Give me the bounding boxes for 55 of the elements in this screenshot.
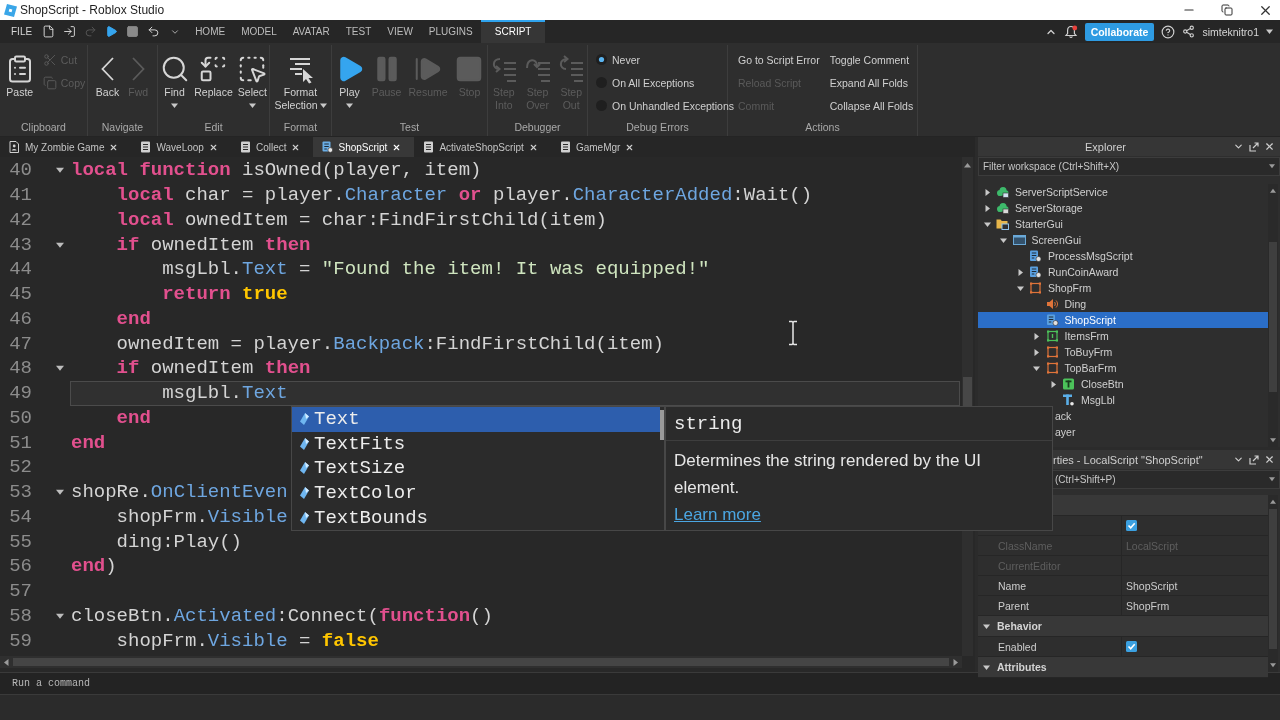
property-name: Name	[998, 579, 1026, 592]
code-line: end)	[71, 555, 117, 578]
code-line: shopFrm.Visible = false	[116, 629, 379, 652]
code-line: shopFrm.Visible	[116, 505, 288, 528]
line-number: 53	[9, 481, 32, 504]
group-label: Debugger	[514, 121, 561, 133]
group-label: Debug Errors	[626, 121, 689, 133]
line-number: 59	[9, 629, 32, 652]
line-number: 44	[9, 258, 32, 281]
code-line: ownedItem = player.Backpack:FindFirstChild(item)	[116, 332, 664, 355]
line-number: 46	[9, 307, 32, 330]
code-line: closeBtn.Activated:Connect(function()	[71, 604, 493, 627]
code-line: local char = player.Character or player.CharacterAdded:Wait()	[116, 184, 813, 207]
code-line: return true	[162, 283, 288, 306]
code-line: if ownedItem then	[116, 233, 311, 256]
category-label: Attributes	[997, 661, 1047, 673]
panel-title: Explorer	[1085, 140, 1126, 153]
property-name: Enabled	[998, 640, 1037, 653]
line-number: 57	[9, 580, 32, 603]
group-label: Navigate	[101, 121, 144, 133]
code-line: local ownedItem = char:FindFirstChild(item)	[116, 208, 607, 231]
line-number: 50	[9, 406, 32, 429]
line-number: 56	[9, 555, 32, 578]
code-line: end	[71, 431, 106, 454]
code-line: end	[116, 307, 151, 330]
group-label: Clipboard	[21, 121, 66, 133]
code-line: shopRe.OnClientEven	[71, 481, 288, 504]
line-number: 43	[9, 233, 32, 256]
code-line: ding:Play()	[116, 530, 242, 553]
group-label: Test	[399, 121, 420, 133]
type-label: string	[674, 412, 743, 435]
code-line: if ownedItem then	[116, 357, 311, 380]
line-number: 52	[9, 456, 32, 479]
panel-title: rties - LocalScript "ShopScript"	[1053, 453, 1203, 466]
line-number: 40	[9, 159, 32, 182]
line-number: 54	[9, 505, 32, 528]
category-label: Behavior	[997, 620, 1042, 632]
line-number: 48	[9, 357, 32, 380]
line-number: 51	[9, 431, 32, 454]
group-label: Actions	[805, 121, 840, 133]
line-number: 41	[9, 184, 32, 207]
code-line: msgLbl.Text	[162, 382, 288, 405]
line-number: 47	[9, 332, 32, 355]
code-line: msgLbl.Text = "Found the item! It was equipped!"	[162, 258, 710, 281]
property-name: Parent	[998, 599, 1029, 612]
code-line: end	[116, 406, 151, 429]
line-number: 55	[9, 530, 32, 553]
line-number: 49	[9, 382, 32, 405]
group-label: Edit	[204, 121, 223, 133]
window-title: ShopScript - Roblox Studio	[20, 3, 165, 17]
line-number: 42	[9, 208, 32, 231]
line-number: 45	[9, 283, 32, 306]
group-label: Format	[283, 121, 318, 133]
code-line: local function isOwned(player, item)	[71, 159, 482, 182]
line-number: 58	[9, 604, 32, 627]
